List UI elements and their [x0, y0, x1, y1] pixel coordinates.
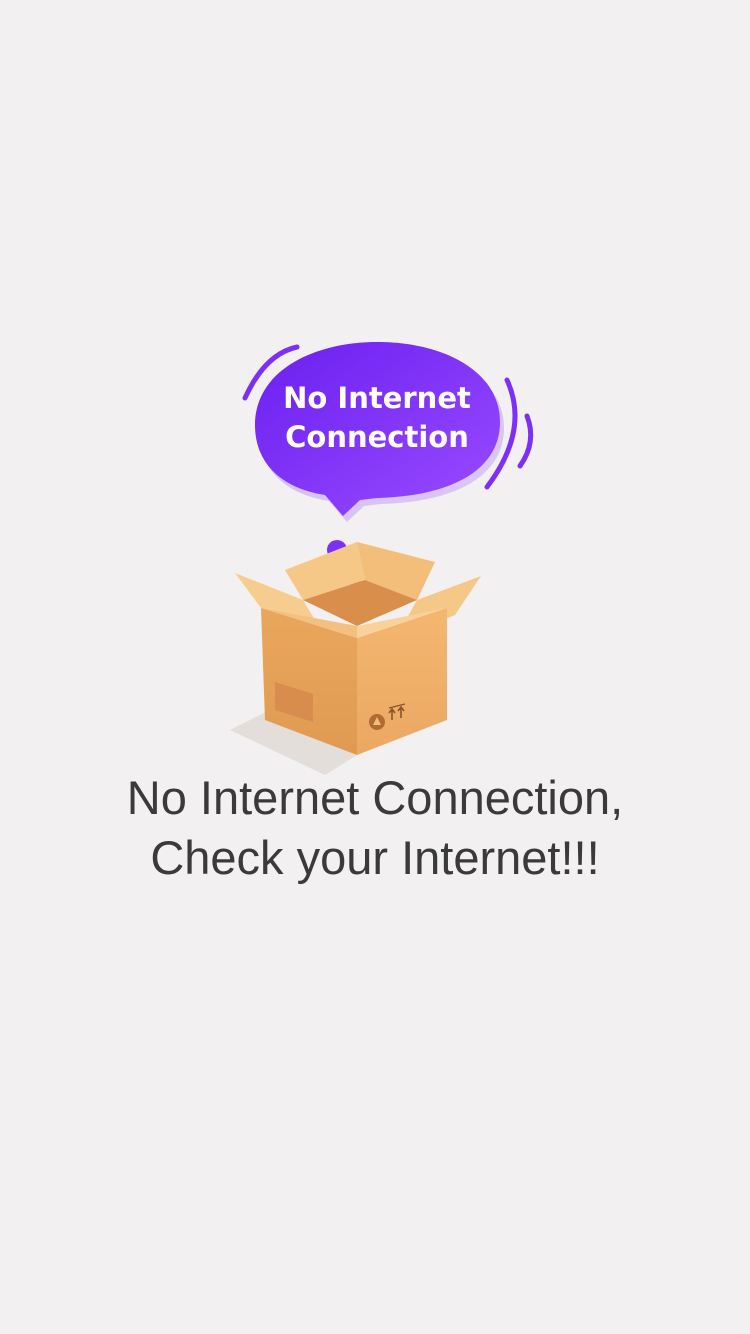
message-line2: Check your Internet!!!	[150, 831, 600, 884]
no-connection-illustration-svg: No Internet Connection	[230, 342, 534, 775]
bubble-text-line2: Connection	[285, 420, 469, 454]
no-connection-illustration: No Internet Connection	[225, 330, 545, 780]
no-internet-message: No Internet Connection, Check your Inter…	[0, 768, 750, 888]
bubble-text-line1: No Internet	[283, 381, 471, 415]
speech-bubble: No Internet Connection	[255, 342, 504, 522]
motion-arc-right-inner-icon	[517, 413, 534, 469]
message-line1: No Internet Connection,	[126, 771, 624, 824]
